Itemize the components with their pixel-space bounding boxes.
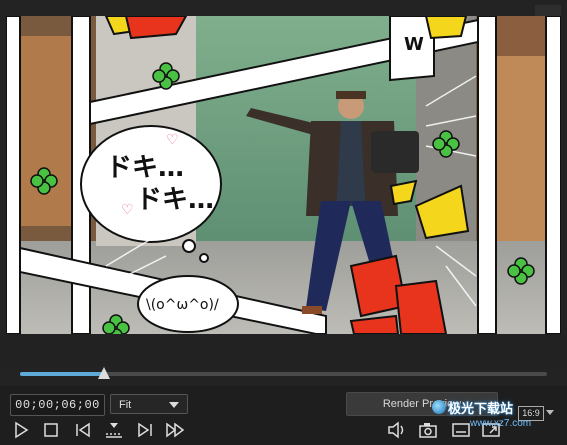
next-frame-icon (138, 422, 152, 438)
snapshot-marker-icon (106, 423, 122, 438)
video-viewer[interactable]: ドキ… ドキ… ♡ ♡ \(o^ω^o)/ W (6, 16, 561, 334)
zoom-select-label: Fit (119, 399, 132, 411)
prev-frame-button[interactable] (72, 420, 94, 440)
play-button[interactable] (10, 420, 32, 440)
zoom-select[interactable]: Fit (110, 394, 188, 414)
playhead-handle[interactable] (98, 367, 111, 379)
timecode-field[interactable]: 00;00;06;00 (10, 394, 105, 416)
video-frame: ドキ… ドキ… ♡ ♡ \(o^ω^o)/ W (6, 16, 561, 334)
watermark-logo (432, 400, 446, 414)
next-frame-button[interactable] (134, 420, 156, 440)
subtitle-icon (452, 423, 470, 437)
fast-forward-icon (166, 422, 185, 438)
play-icon (15, 421, 29, 439)
camera-icon (419, 423, 437, 438)
volume-button[interactable] (386, 420, 408, 440)
doki-line1: ドキ… (106, 153, 184, 183)
timeline-progress (20, 372, 105, 376)
viewer-margin (0, 334, 567, 366)
svg-text:W: W (404, 34, 424, 55)
subtitle-button[interactable] (450, 420, 472, 440)
face-text: \(o^ω^o)/ (146, 297, 219, 313)
snapshot-marker-button[interactable] (103, 420, 125, 440)
fast-forward-button[interactable] (164, 420, 186, 440)
svg-text:♡: ♡ (121, 201, 134, 217)
snapshot-button[interactable] (417, 420, 439, 440)
speech-bubble-face: \(o^ω^o)/ (137, 275, 239, 333)
watermark-url: www.xz7.com (470, 418, 532, 429)
stop-icon (44, 423, 58, 437)
svg-text:♡: ♡ (166, 131, 179, 147)
preview-window: ドキ… ドキ… ♡ ♡ \(o^ω^o)/ W 00;00;06;00 Fit … (0, 0, 567, 445)
chevron-down-icon (169, 402, 179, 408)
volume-icon (388, 421, 404, 439)
aspect-ratio-chevron-icon[interactable] (546, 410, 554, 415)
prev-frame-icon (76, 422, 90, 438)
watermark-title: 极光下载站 (448, 401, 514, 416)
stop-button[interactable] (40, 420, 62, 440)
doki-line2: ドキ… (136, 185, 214, 215)
